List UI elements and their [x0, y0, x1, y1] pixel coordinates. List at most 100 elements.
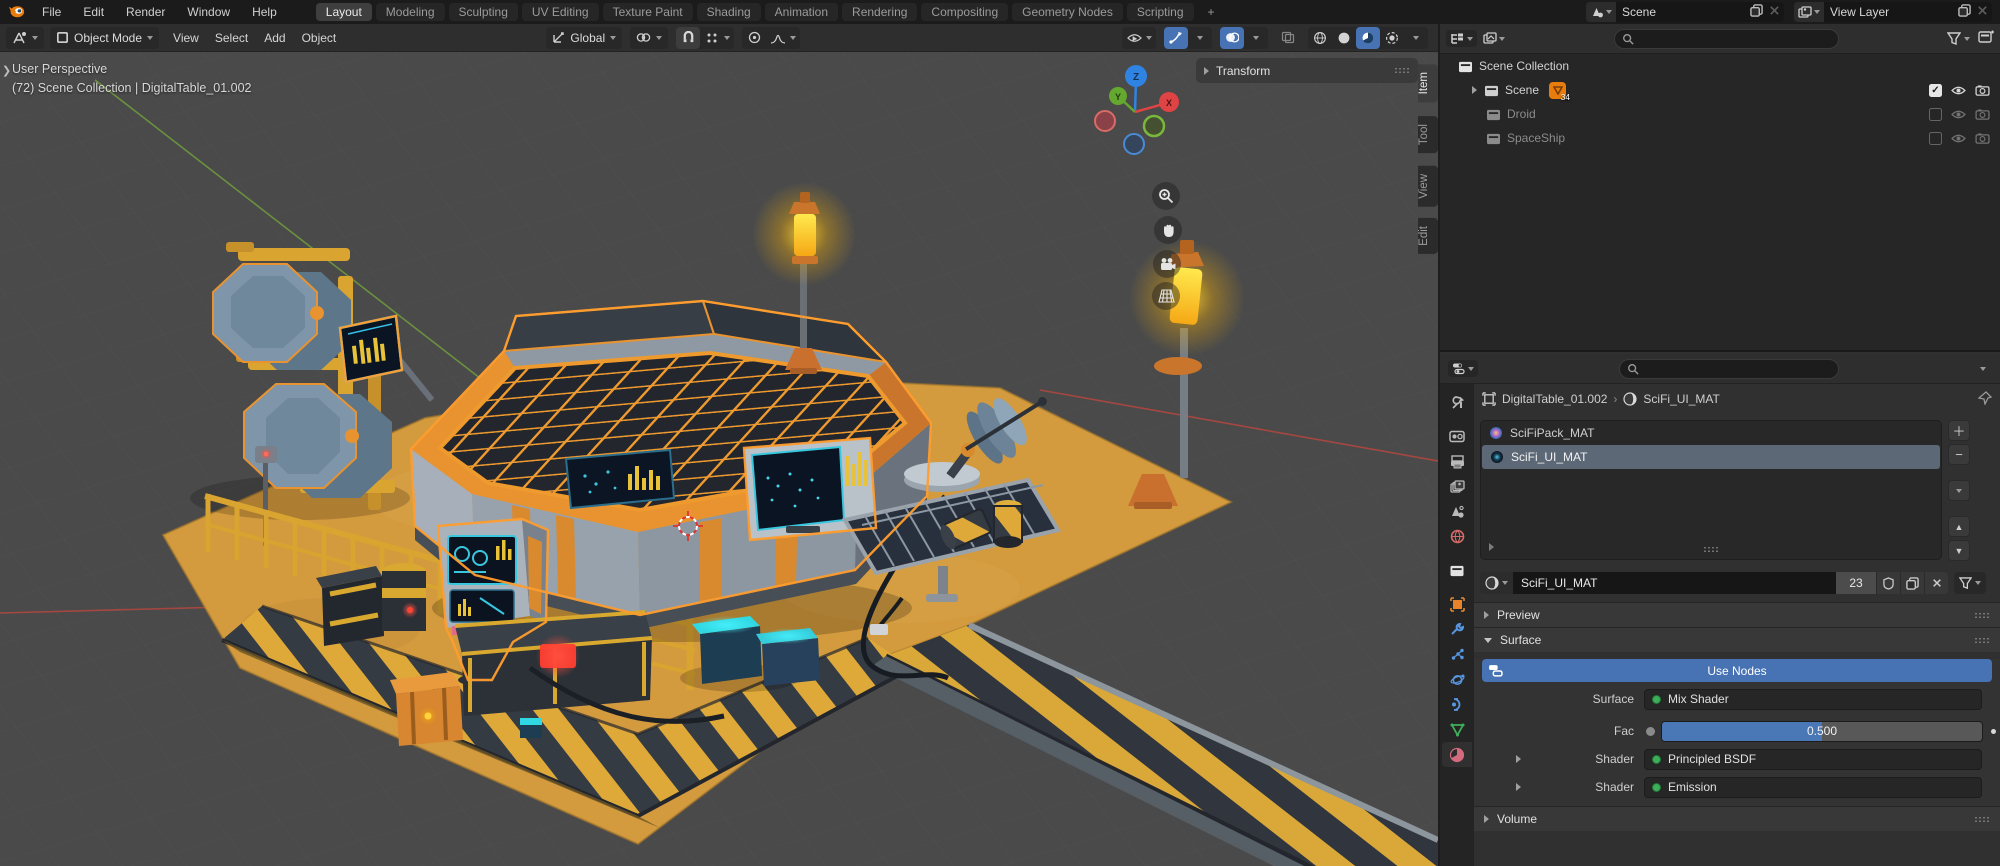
menu-edit[interactable]: Edit	[72, 0, 115, 24]
editor-type-button[interactable]	[6, 27, 44, 49]
tab-animation[interactable]: Animation	[765, 3, 838, 21]
navigation-gizmo[interactable]: Z Y X	[1078, 60, 1198, 320]
shading-wireframe-button[interactable]	[1308, 27, 1332, 49]
exclude-checkbox-unchecked[interactable]	[1929, 108, 1942, 121]
hide-eye-icon[interactable]	[1951, 133, 1966, 144]
slot-scifipack[interactable]: SciFiPack_MAT	[1481, 421, 1941, 445]
fac-socket[interactable]	[1644, 725, 1657, 738]
unlink-material-button[interactable]	[1924, 572, 1948, 594]
tab-texture-paint[interactable]: Texture Paint	[603, 3, 693, 21]
snap-target-dropdown[interactable]	[700, 27, 724, 49]
tab-rendering[interactable]: Rendering	[842, 3, 917, 21]
exclude-checkbox-unchecked[interactable]	[1929, 132, 1942, 145]
view-layer-name-field[interactable]: View Layer	[1824, 2, 1954, 22]
scene-unlink-icon[interactable]	[1769, 5, 1780, 19]
tab-object[interactable]	[1442, 592, 1472, 617]
gizmo-dropdown[interactable]	[1188, 27, 1212, 49]
properties-search-input[interactable]	[1619, 359, 1839, 379]
fake-user-shield-button[interactable]	[1876, 572, 1900, 594]
cargo-chest[interactable]	[455, 612, 652, 716]
toolbar-expand-arrow[interactable]: ❯	[2, 64, 11, 77]
tab-scene[interactable]	[1442, 499, 1472, 524]
new-material-copy-button[interactable]	[1900, 572, 1924, 594]
outliner-search-input[interactable]	[1614, 29, 1839, 49]
pan-hand-button[interactable]	[1154, 216, 1182, 244]
render-camera-icon[interactable]	[1975, 133, 1990, 144]
mode-dropdown[interactable]: Object Mode	[50, 27, 159, 49]
shading-rendered-button[interactable]	[1380, 27, 1404, 49]
slot-list-grip[interactable]	[1703, 546, 1719, 553]
view-layer-copy-icon[interactable]	[1958, 4, 1971, 20]
tab-output[interactable]	[1442, 449, 1472, 474]
tab-shading[interactable]: Shading	[697, 3, 761, 21]
outliner-filter-button[interactable]	[1947, 32, 1970, 46]
tab-material[interactable]	[1442, 742, 1472, 767]
transform-orientation-dropdown[interactable]: Global	[546, 27, 622, 49]
preview-panel-header[interactable]: Preview	[1474, 602, 2000, 627]
properties-options-dropdown[interactable]	[1980, 367, 1986, 371]
scene-browse-button[interactable]	[1586, 2, 1616, 22]
snap-toggle[interactable]	[676, 27, 700, 49]
hide-eye-icon[interactable]	[1951, 85, 1966, 96]
menu-view[interactable]: View	[165, 31, 207, 45]
sidebar-tab-view[interactable]: View	[1418, 166, 1438, 207]
tab-collection[interactable]	[1442, 558, 1472, 583]
sidebar-tab-item[interactable]: Item	[1418, 64, 1438, 102]
xray-toggle[interactable]	[1276, 27, 1300, 49]
material-name-field[interactable]: SciFi_UI_MAT	[1513, 572, 1836, 594]
outliner-row-droid[interactable]: Droid	[1440, 102, 2000, 126]
add-workspace-button[interactable]: +	[1198, 3, 1225, 21]
render-camera-icon[interactable]	[1975, 109, 1990, 120]
expand-icon[interactable]	[1472, 86, 1477, 94]
move-slot-down-button[interactable]: ▼	[1948, 540, 1970, 561]
volume-panel-header[interactable]: Volume	[1474, 806, 2000, 831]
pivot-point-dropdown[interactable]	[630, 27, 668, 49]
menu-window[interactable]: Window	[176, 0, 241, 24]
exclude-checkbox-checked[interactable]: ✓	[1929, 84, 1942, 97]
blender-logo-icon[interactable]	[8, 3, 25, 21]
outliner-row-scene-collection[interactable]: Scene Collection	[1440, 54, 2000, 78]
overlays-dropdown[interactable]	[1244, 27, 1268, 49]
remove-slot-button[interactable]: −	[1948, 444, 1970, 465]
fac-keyframe-dot[interactable]	[1991, 729, 1996, 734]
slot-scifi-ui[interactable]: SciFi_UI_MAT	[1482, 445, 1940, 469]
menu-select[interactable]: Select	[207, 31, 256, 45]
new-collection-button[interactable]	[1978, 30, 1994, 47]
perspective-toggle-button[interactable]	[1152, 282, 1180, 310]
outliner-row-scene[interactable]: Scene 34 ✓	[1440, 78, 2000, 102]
viewport-scene[interactable]	[0, 52, 1438, 866]
breadcrumb-object[interactable]: DigitalTable_01.002	[1502, 392, 1607, 406]
outliner-editor-type-button[interactable]	[1446, 30, 1477, 47]
shader1-field[interactable]: Principled BSDF	[1644, 749, 1982, 770]
add-slot-button[interactable]: ＋	[1948, 420, 1970, 441]
tab-modeling[interactable]: Modeling	[376, 3, 445, 21]
material-users-count[interactable]: 23	[1836, 572, 1876, 594]
fac-slider[interactable]: 0.500	[1661, 721, 1983, 742]
scene-copy-icon[interactable]	[1750, 4, 1763, 20]
gizmo-z-neg[interactable]	[1124, 134, 1144, 154]
tab-constraints[interactable]	[1442, 692, 1472, 717]
gizmo-y-neg[interactable]	[1144, 116, 1164, 136]
tab-world[interactable]	[1442, 524, 1472, 549]
menu-add[interactable]: Add	[256, 31, 293, 45]
menu-render[interactable]: Render	[115, 0, 176, 24]
slot-specials-button[interactable]	[1948, 480, 1970, 501]
sidebar-tab-tool[interactable]: Tool	[1418, 116, 1438, 153]
tab-geometry-nodes[interactable]: Geometry Nodes	[1012, 3, 1123, 21]
viewport-3d[interactable]: Object Mode View Select Add Object Globa…	[0, 24, 1438, 866]
menu-file[interactable]: File	[31, 0, 72, 24]
zoom-button[interactable]	[1152, 182, 1180, 210]
surface-shader-field[interactable]: Mix Shader	[1644, 689, 1982, 710]
outliner-filter-dropdown[interactable]	[1483, 32, 1505, 45]
tab-render[interactable]	[1442, 424, 1472, 449]
falloff-dropdown[interactable]	[766, 27, 790, 49]
shading-dropdown[interactable]	[1404, 27, 1428, 49]
move-slot-up-button[interactable]: ▲	[1948, 516, 1970, 537]
tab-physics[interactable]	[1442, 667, 1472, 692]
outliner-row-spaceship[interactable]: SpaceShip	[1440, 126, 2000, 150]
tab-tool[interactable]	[1442, 390, 1472, 415]
material-slot-list[interactable]: SciFiPack_MAT SciFi_UI_MAT	[1480, 420, 1942, 560]
camera-view-button[interactable]	[1153, 250, 1181, 278]
object-visibility-dropdown[interactable]	[1122, 27, 1146, 49]
orange-crate[interactable]	[390, 672, 463, 746]
